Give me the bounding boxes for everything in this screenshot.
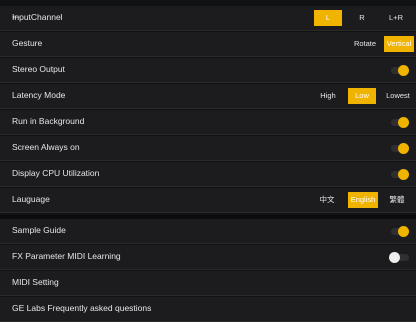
display-cpu-label: Display CPU Utilization — [12, 168, 100, 178]
language-option-zh-hant[interactable]: 繁體 — [382, 192, 412, 208]
row-midi-setting[interactable]: MIDI Setting — [0, 271, 416, 296]
language-option-en[interactable]: English — [348, 192, 378, 208]
row-faq[interactable]: GE Labs Frequently asked questions — [0, 297, 416, 322]
input-channel-segment: L R L+R — [314, 10, 410, 26]
stereo-output-toggle[interactable] — [389, 65, 409, 76]
row-input-channel: ← InputChannel L R L+R — [0, 6, 416, 31]
input-channel-option-l[interactable]: L — [314, 10, 342, 26]
row-display-cpu: Display CPU Utilization — [0, 162, 416, 187]
language-label: Lauguage — [12, 194, 50, 204]
sample-guide-toggle[interactable] — [389, 226, 409, 237]
sample-guide-label: Sample Guide — [12, 225, 66, 235]
stereo-output-label: Stereo Output — [12, 64, 65, 74]
gesture-label: Gesture — [12, 38, 43, 48]
gesture-option-vertical[interactable]: Vertical — [384, 36, 414, 52]
midi-setting-label: MIDI Setting — [12, 277, 59, 287]
toggle-knob — [389, 252, 400, 263]
screen-always-on-toggle[interactable] — [389, 143, 409, 154]
run-in-background-label: Run in Background — [12, 116, 85, 126]
gesture-option-rotate[interactable]: Rotate — [348, 36, 382, 52]
language-segment: 中文 English 繁體 — [312, 192, 412, 208]
toggle-knob — [398, 65, 409, 76]
row-stereo-output: Stereo Output — [0, 58, 416, 83]
fx-midi-learning-label: FX Parameter MIDI Learning — [12, 251, 121, 261]
input-channel-label: InputChannel — [12, 12, 63, 22]
toggle-knob — [398, 226, 409, 237]
row-gesture: Gesture Rotate Vertical — [0, 32, 416, 57]
latency-option-low[interactable]: Low — [348, 88, 376, 104]
row-latency-mode: Latency Mode High Low Lowest — [0, 84, 416, 109]
toggle-knob — [398, 143, 409, 154]
faq-label: GE Labs Frequently asked questions — [12, 303, 152, 313]
row-run-in-background: Run in Background — [0, 110, 416, 135]
run-in-background-toggle[interactable] — [389, 117, 409, 128]
display-cpu-toggle[interactable] — [389, 169, 409, 180]
row-screen-always-on: Screen Always on — [0, 136, 416, 161]
input-channel-option-lr[interactable]: L+R — [382, 10, 410, 26]
row-fx-midi-learning: FX Parameter MIDI Learning — [0, 245, 416, 270]
gesture-segment: Rotate Vertical — [348, 36, 414, 52]
row-language: Lauguage 中文 English 繁體 — [0, 188, 416, 213]
latency-mode-segment: High Low Lowest — [314, 88, 414, 104]
toggle-knob — [398, 117, 409, 128]
latency-option-high[interactable]: High — [314, 88, 342, 104]
language-option-zh[interactable]: 中文 — [312, 192, 342, 208]
row-sample-guide: Sample Guide — [0, 219, 416, 244]
settings-panel: ← InputChannel L R L+R Gesture Rotate Ve… — [0, 0, 416, 322]
screen-always-on-label: Screen Always on — [12, 142, 80, 152]
input-channel-option-r[interactable]: R — [350, 10, 374, 26]
fx-midi-learning-toggle[interactable] — [389, 252, 409, 263]
toggle-knob — [398, 169, 409, 180]
latency-option-lowest[interactable]: Lowest — [382, 88, 414, 104]
latency-mode-label: Latency Mode — [12, 90, 66, 100]
